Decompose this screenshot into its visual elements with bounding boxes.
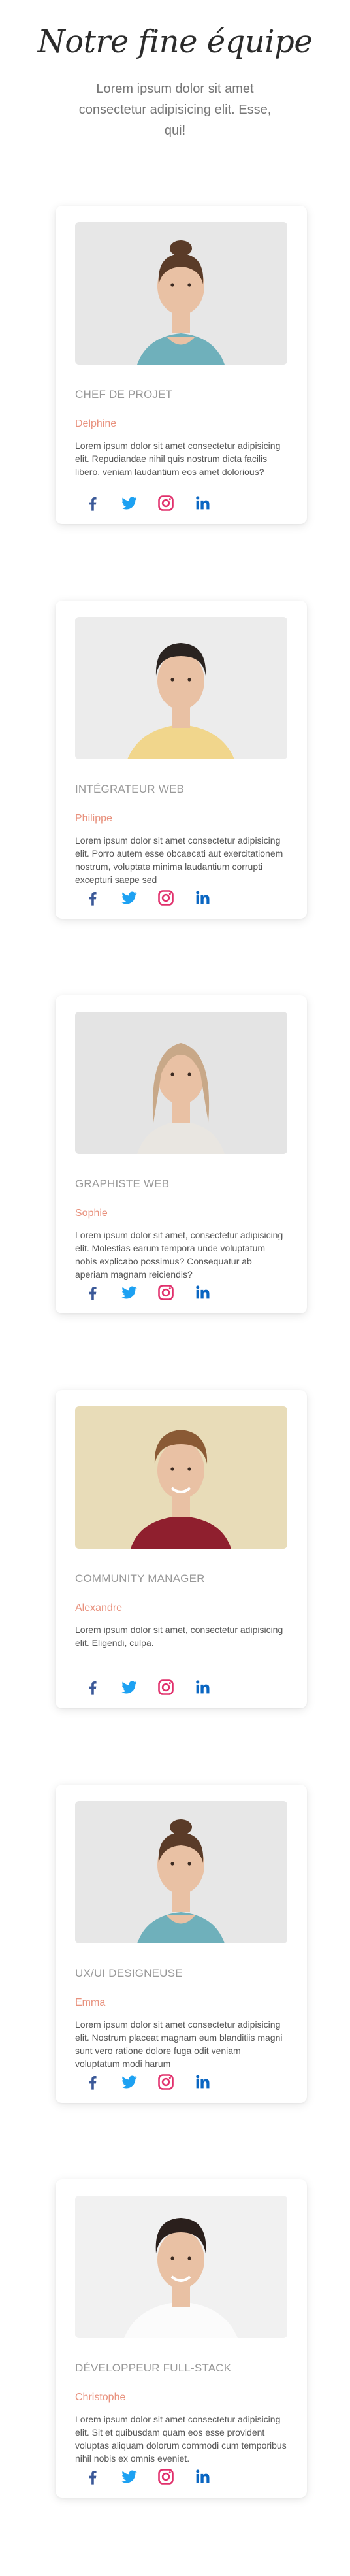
member-name: Emma bbox=[75, 1997, 106, 2008]
twitter-link[interactable] bbox=[119, 888, 139, 908]
instagram-link[interactable] bbox=[156, 493, 176, 513]
linkedin-icon bbox=[196, 891, 210, 904]
instagram-icon bbox=[158, 2074, 174, 2090]
twitter-link[interactable] bbox=[119, 1283, 139, 1302]
member-name: Alexandre bbox=[75, 1602, 123, 1613]
twitter-icon bbox=[121, 497, 137, 510]
twitter-link[interactable] bbox=[119, 493, 139, 513]
woman-long-hair-icon bbox=[75, 1012, 287, 1154]
facebook-icon bbox=[89, 892, 97, 906]
team-page: Notre fine équipe Lorem ipsum dolor sit … bbox=[0, 0, 350, 2576]
facebook-link[interactable] bbox=[83, 1283, 103, 1302]
linkedin-link[interactable] bbox=[193, 2467, 212, 2486]
social-links bbox=[83, 1677, 212, 1697]
team-card: GRAPHISTE WEB Sophie Lorem ipsum dolor s… bbox=[56, 995, 307, 1313]
member-role: INTÉGRATEUR WEB bbox=[75, 783, 185, 795]
member-role: DÉVELOPPEUR FULL-STACK bbox=[75, 2362, 232, 2374]
man-white-tshirt-icon bbox=[75, 2196, 287, 2338]
team-card: DÉVELOPPEUR FULL-STACK Christophe Lorem … bbox=[56, 2179, 307, 2498]
twitter-icon bbox=[121, 2470, 137, 2483]
facebook-icon bbox=[89, 2076, 97, 2090]
social-links bbox=[83, 888, 212, 908]
linkedin-link[interactable] bbox=[193, 2072, 212, 2092]
instagram-link[interactable] bbox=[156, 2072, 176, 2092]
facebook-link[interactable] bbox=[83, 2467, 103, 2486]
linkedin-icon bbox=[196, 1285, 210, 1299]
team-card: INTÉGRATEUR WEB Philippe Lorem ipsum dol… bbox=[56, 601, 307, 919]
member-photo bbox=[75, 1801, 287, 1943]
social-links bbox=[83, 1283, 212, 1302]
twitter-icon bbox=[121, 1681, 137, 1694]
team-card: COMMUNITY MANAGER Alexandre Lorem ipsum … bbox=[56, 1390, 307, 1708]
man-dark-hair-icon bbox=[75, 617, 287, 759]
instagram-icon bbox=[158, 1285, 174, 1300]
twitter-icon bbox=[121, 2075, 137, 2089]
linkedin-link[interactable] bbox=[193, 888, 212, 908]
page-subtitle: Lorem ipsum dolor sit amet consectetur a… bbox=[78, 82, 272, 138]
social-links bbox=[83, 493, 212, 513]
instagram-icon bbox=[158, 890, 174, 906]
team-card: CHEF DE PROJET Delphine Lorem ipsum dolo… bbox=[56, 206, 307, 524]
instagram-icon bbox=[158, 1679, 174, 1695]
linkedin-link[interactable] bbox=[193, 1283, 212, 1302]
facebook-link[interactable] bbox=[83, 1677, 103, 1697]
member-name: Christophe bbox=[75, 2392, 126, 2403]
facebook-icon bbox=[89, 2471, 97, 2485]
member-role: CHEF DE PROJET bbox=[75, 388, 173, 401]
woman-bun-icon bbox=[75, 222, 287, 365]
instagram-link[interactable] bbox=[156, 1677, 176, 1697]
facebook-icon bbox=[89, 1681, 97, 1695]
member-photo bbox=[75, 1406, 287, 1549]
member-photo bbox=[75, 617, 287, 759]
instagram-link[interactable] bbox=[156, 1283, 176, 1302]
linkedin-link[interactable] bbox=[193, 1677, 212, 1697]
facebook-link[interactable] bbox=[83, 493, 103, 513]
member-name: Delphine bbox=[75, 418, 117, 429]
instagram-link[interactable] bbox=[156, 2467, 176, 2486]
instagram-link[interactable] bbox=[156, 888, 176, 908]
man-smiling-icon bbox=[75, 1406, 287, 1549]
social-links bbox=[83, 2072, 212, 2092]
team-card: UX/UI DESIGNEUSE Emma Lorem ipsum dolor … bbox=[56, 1785, 307, 2103]
member-photo bbox=[75, 2196, 287, 2338]
linkedin-icon bbox=[196, 1680, 210, 1694]
social-links bbox=[83, 2467, 212, 2486]
instagram-icon bbox=[158, 495, 174, 511]
member-photo bbox=[75, 1012, 287, 1154]
facebook-link[interactable] bbox=[83, 2072, 103, 2092]
twitter-icon bbox=[121, 891, 137, 904]
facebook-link[interactable] bbox=[83, 888, 103, 908]
twitter-link[interactable] bbox=[119, 1677, 139, 1697]
linkedin-icon bbox=[196, 2075, 210, 2089]
linkedin-link[interactable] bbox=[193, 493, 212, 513]
member-role: UX/UI DESIGNEUSE bbox=[75, 1967, 183, 1979]
member-name: Philippe bbox=[75, 813, 112, 824]
member-photo bbox=[75, 222, 287, 365]
twitter-icon bbox=[121, 1286, 137, 1299]
facebook-icon bbox=[89, 497, 97, 511]
twitter-link[interactable] bbox=[119, 2467, 139, 2486]
page-title: Notre fine équipe bbox=[37, 24, 313, 60]
team-header: Notre fine équipe Lorem ipsum dolor sit … bbox=[0, 0, 350, 196]
twitter-link[interactable] bbox=[119, 2072, 139, 2092]
facebook-icon bbox=[89, 1287, 97, 1300]
member-role: COMMUNITY MANAGER bbox=[75, 1572, 205, 1585]
member-role: GRAPHISTE WEB bbox=[75, 1178, 170, 1190]
woman-bun-icon bbox=[75, 1801, 287, 1943]
linkedin-icon bbox=[196, 496, 210, 510]
member-name: Sophie bbox=[75, 1208, 108, 1219]
linkedin-icon bbox=[196, 2469, 210, 2483]
instagram-icon bbox=[158, 2469, 174, 2485]
